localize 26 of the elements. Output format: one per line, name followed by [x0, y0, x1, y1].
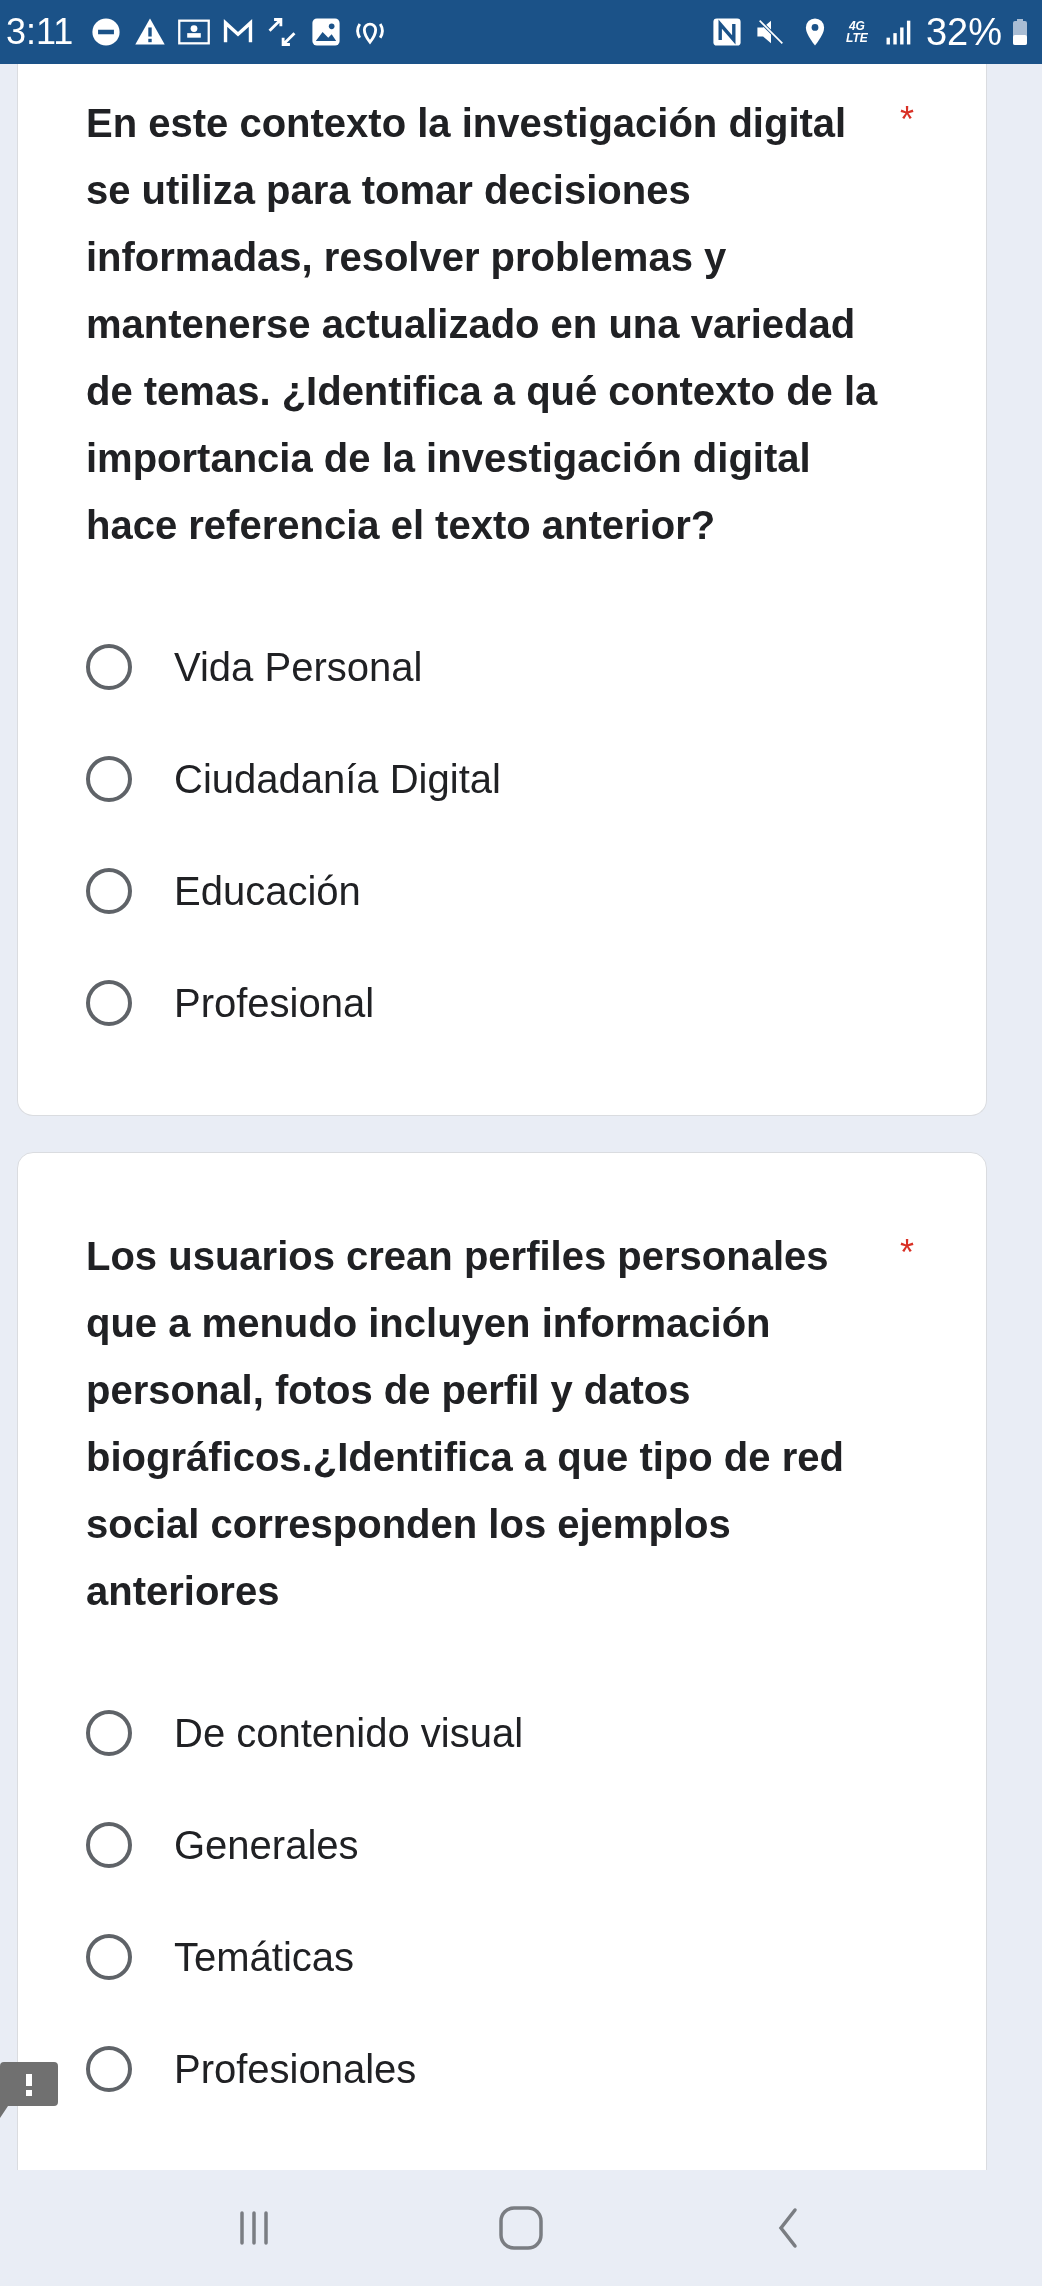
- radio-button[interactable]: [86, 756, 132, 802]
- option-label[interactable]: Ciudadanía Digital: [174, 756, 501, 802]
- question-text: En este contexto la investigación digital se utiliza para tomar decisiones informadas, resolver problemas y mantenerse actualizado en una variedad de temas. ¿Identifica a qué contexto de la importancia de la investigación digital hace referencia el texto anterior?: [86, 100, 879, 549]
- home-icon[interactable]: [496, 2203, 546, 2253]
- battery-percent: 32%: [925, 10, 1002, 54]
- radio-button[interactable]: [86, 868, 132, 914]
- battery-icon: [1012, 17, 1028, 47]
- clock-time: 3:11: [6, 11, 74, 53]
- required-mark: *: [900, 98, 914, 142]
- radio-button[interactable]: [86, 980, 132, 1026]
- feedback-icon[interactable]: [0, 2062, 58, 2120]
- option-label[interactable]: Profesional: [174, 980, 375, 1026]
- radio-button[interactable]: [86, 2046, 132, 2092]
- question-text: Los usuarios crean perfiles personales que a menudo incluyen información personal, fotos de perfil y datos biográficos.¿Identifica a que tipo de red social corresponden los ejemplos anteriores: [86, 1233, 845, 1615]
- option-label[interactable]: Generales: [174, 1822, 359, 1868]
- option-label[interactable]: Temáticas: [174, 1934, 355, 1980]
- radio-button[interactable]: [86, 1822, 132, 1868]
- radio-button[interactable]: [86, 1934, 132, 1980]
- network-type: 4G LTE: [845, 20, 869, 44]
- required-mark: *: [900, 1231, 914, 1275]
- option-label[interactable]: Educación: [174, 868, 361, 914]
- option-label[interactable]: Vida Personal: [174, 644, 423, 690]
- radio-button[interactable]: [86, 644, 132, 690]
- radio-button[interactable]: [86, 1710, 132, 1756]
- option-label[interactable]: De contenido visual: [174, 1710, 524, 1756]
- option-label[interactable]: Profesionales: [174, 2046, 417, 2092]
